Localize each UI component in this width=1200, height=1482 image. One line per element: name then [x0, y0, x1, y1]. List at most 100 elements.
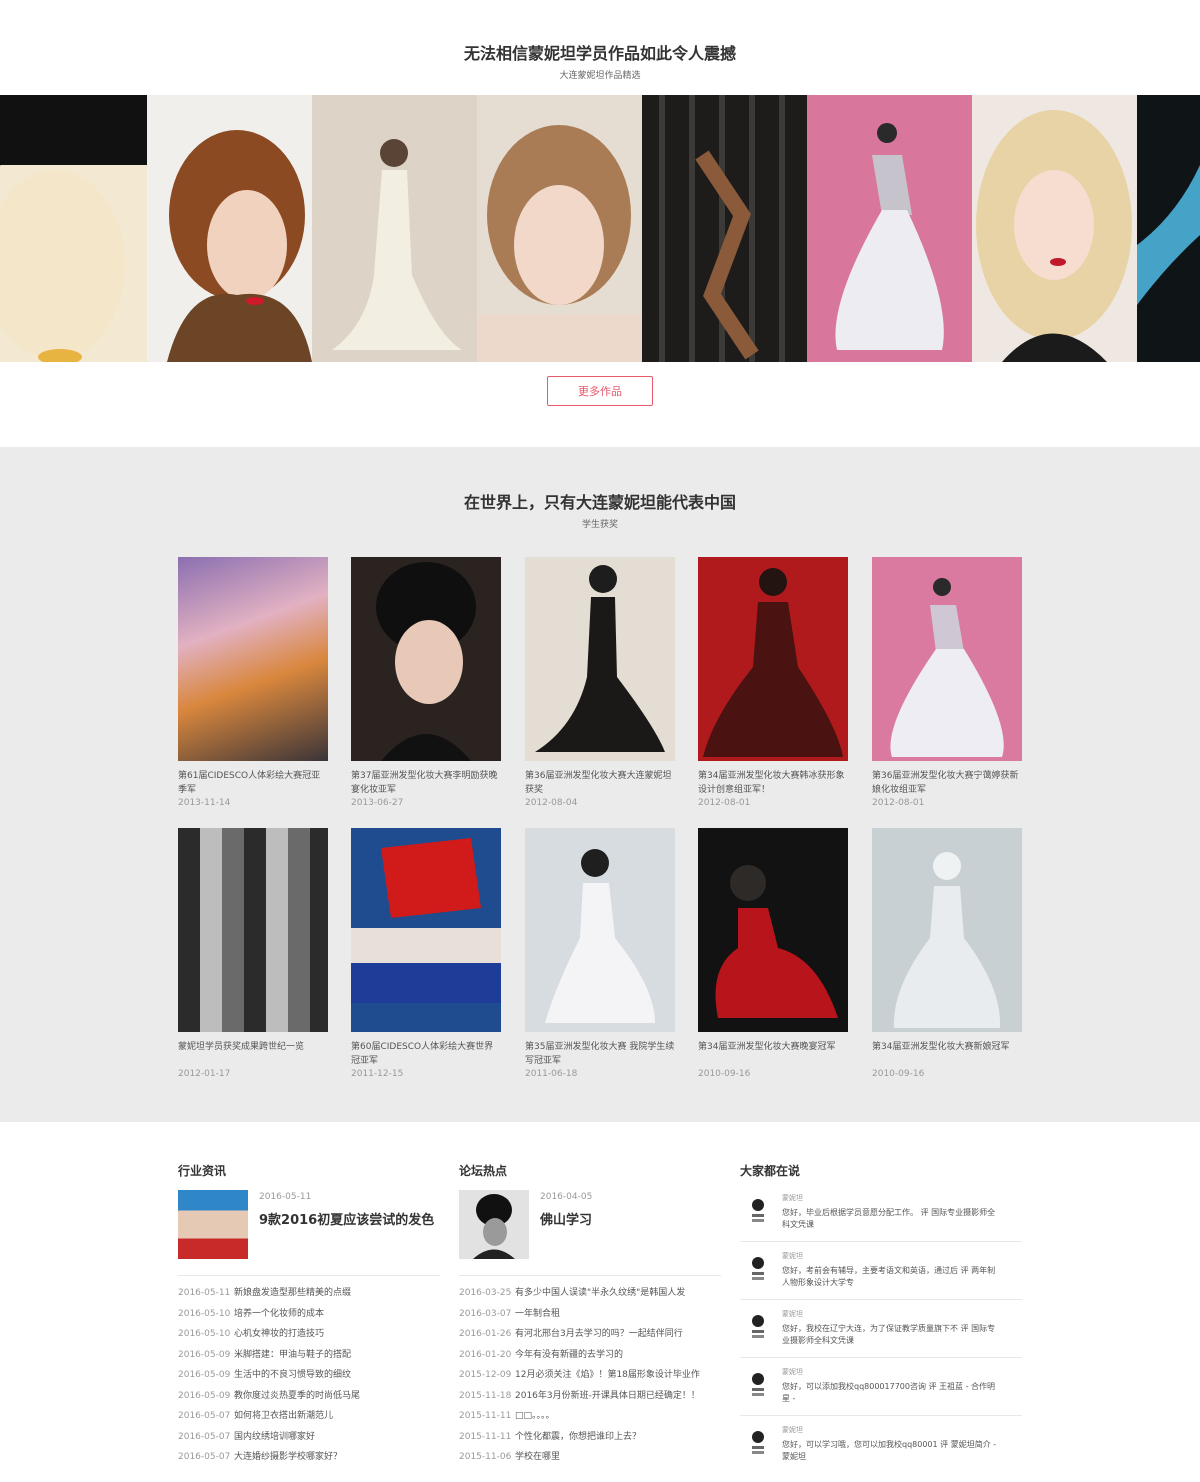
award-card[interactable]: 第35届亚洲发型化妆大赛 我院学生续写冠亚军 2011-06-18: [525, 828, 675, 1081]
list-item[interactable]: 2016-05-09 生活中的不良习惯导致的细纹: [178, 1365, 440, 1386]
award-photo[interactable]: [872, 557, 1022, 761]
list-item-title[interactable]: 2016年3月份新班-开课具体日期已经确定！！: [515, 1386, 700, 1407]
list-item-title[interactable]: 培养一个化妆师的成本: [234, 1304, 324, 1325]
award-photo[interactable]: [525, 557, 675, 761]
forum-feature-image[interactable]: [459, 1190, 529, 1259]
list-item-title[interactable]: 今年有没有新疆的去学习的: [515, 1345, 623, 1366]
more-works-button[interactable]: 更多作品: [547, 376, 653, 406]
award-caption[interactable]: 第34届亚洲发型化妆大赛新娘冠军: [872, 1040, 1022, 1068]
work-photo-8[interactable]: [1137, 95, 1200, 362]
list-item-title[interactable]: 大连婚纱摄影学校哪家好？: [234, 1447, 342, 1468]
work-photo-2[interactable]: [147, 95, 312, 362]
award-caption[interactable]: 第61届CIDESCO人体彩绘大赛冠亚季军: [178, 769, 328, 797]
work-photo-6[interactable]: [807, 95, 972, 362]
list-item-title[interactable]: 一年制合租: [515, 1304, 560, 1325]
list-item[interactable]: 2016-03-07 一年制合租: [459, 1304, 721, 1325]
list-item[interactable]: 2016-05-07 国内纹绣培训哪家好: [178, 1427, 440, 1448]
award-card[interactable]: 第37届亚洲发型化妆大赛李明励获晚宴化妆亚军 2013-06-27: [351, 557, 501, 810]
list-item[interactable]: 2016-05-10 培养一个化妆师的成本: [178, 1304, 440, 1325]
award-caption[interactable]: 第34届亚洲发型化妆大赛晚宴冠军: [698, 1040, 848, 1068]
award-caption[interactable]: 第36届亚洲发型化妆大赛宁蔼婷获新娘化妆组亚军: [872, 769, 1022, 797]
award-photo[interactable]: [178, 557, 328, 761]
award-photo[interactable]: [698, 828, 848, 1032]
list-item[interactable]: 2015-12-09 12月必须关注《焰》！第18届形象设计毕业作: [459, 1365, 721, 1386]
list-item-title[interactable]: 个性化都震，你想把谁印上去？: [515, 1427, 641, 1448]
list-item-date: 2016-05-09: [178, 1349, 231, 1360]
award-caption[interactable]: 第35届亚洲发型化妆大赛 我院学生续写冠亚军: [525, 1040, 675, 1068]
award-caption[interactable]: 第36届亚洲发型化妆大赛大连蒙妮坦获奖: [525, 769, 675, 797]
list-item-title[interactable]: 教你度过炎热夏季的时尚低马尾: [234, 1386, 360, 1407]
comment-author: 蒙妮坦: [782, 1252, 803, 1260]
list-item-title[interactable]: 米脚搭建：甲油与鞋子的搭配: [234, 1345, 351, 1366]
list-item[interactable]: 2016-05-07 如何将卫衣搭出新潮范儿: [178, 1406, 440, 1427]
list-item[interactable]: 2016-05-09 教你度过炎热夏季的时尚低马尾: [178, 1386, 440, 1407]
comment-item[interactable]: 蒙妮坦 您好，我校在辽宁大连，为了保证教学质量旗下不 评 国际专业摄影师全科文凭…: [740, 1300, 1022, 1358]
list-item[interactable]: 2016-05-11 新娘盘发造型那些精美的点缀: [178, 1283, 440, 1304]
list-item-title[interactable]: 学校在哪里: [515, 1447, 560, 1468]
work-photo-7[interactable]: [972, 95, 1137, 362]
forum-feature[interactable]: 2016-04-05 佛山学习: [459, 1190, 721, 1276]
list-item[interactable]: 2016-03-25 有多少中国人误读"半永久纹绣"是韩国人发: [459, 1283, 721, 1304]
list-item[interactable]: 2015-11-11 个性化都震，你想把谁印上去？: [459, 1427, 721, 1448]
list-item[interactable]: 2015-11-06 学校在哪里: [459, 1447, 721, 1468]
list-item-date: 2015-11-18: [459, 1390, 512, 1401]
comment-text[interactable]: 您好，考前会有辅导，主要考语文和英语，通过后 评 两年制人物形象设计大学专: [782, 1265, 1002, 1289]
list-item-title[interactable]: 新娘盘发造型那些精美的点缀: [234, 1283, 351, 1304]
award-caption[interactable]: 第37届亚洲发型化妆大赛李明励获晚宴化妆亚军: [351, 769, 501, 797]
award-card[interactable]: 第36届亚洲发型化妆大赛大连蒙妮坦获奖 2012-08-04: [525, 557, 675, 810]
comment-text[interactable]: 您好，毕业后根据学员意愿分配工作。 评 国际专业摄影师全科文凭课: [782, 1207, 1002, 1231]
industry-feature-image[interactable]: [178, 1190, 248, 1259]
works-carousel[interactable]: [0, 95, 1200, 362]
award-card[interactable]: 蒙妮坦学员获奖成果跨世纪一览 2012-01-17: [178, 828, 328, 1081]
work-photo-4[interactable]: [477, 95, 642, 362]
award-card[interactable]: 第36届亚洲发型化妆大赛宁蔼婷获新娘化妆组亚军 2012-08-01: [872, 557, 1022, 810]
award-card[interactable]: 第60届CIDESCO人体彩绘大赛世界冠亚军 2011-12-15: [351, 828, 501, 1081]
work-photo-5[interactable]: [642, 95, 807, 362]
list-item-title[interactable]: 如何将卫衣搭出新潮范儿: [234, 1406, 333, 1427]
list-item[interactable]: 2016-01-26 有河北邢台3月去学习的吗？一起结伴同行: [459, 1324, 721, 1345]
award-photo[interactable]: [351, 557, 501, 761]
list-item[interactable]: 2016-05-10 心机女神妆的打造技巧: [178, 1324, 440, 1345]
comment-text[interactable]: 您好，可以学习哦，您可以加我校qq80001 评 蒙妮坦简介 - 蒙妮坦: [782, 1439, 1002, 1463]
industry-feature[interactable]: 2016-05-11 9款2016初夏应该尝试的发色: [178, 1190, 440, 1276]
list-item-title[interactable]: 有河北邢台3月去学习的吗？一起结伴同行: [515, 1324, 683, 1345]
comment-item[interactable]: 蒙妮坦 您好，考前会有辅导，主要考语文和英语，通过后 评 两年制人物形象设计大学…: [740, 1242, 1022, 1300]
awards-section: 在世界上，只有大连蒙妮坦能代表中国 学生获奖 第61届CIDESCO人体彩绘大赛…: [0, 447, 1200, 1122]
industry-feature-title[interactable]: 9款2016初夏应该尝试的发色: [259, 1209, 434, 1228]
industry-news-column: 行业资讯 2016-05-11 9款2016初夏应该尝试的发色 2016-05-…: [178, 1162, 440, 1468]
comments-list: 蒙妮坦 您好，毕业后根据学员意愿分配工作。 评 国际专业摄影师全科文凭课 蒙妮坦…: [740, 1184, 1022, 1474]
award-card[interactable]: 第61届CIDESCO人体彩绘大赛冠亚季军 2013-11-14: [178, 557, 328, 810]
list-item-date: 2016-03-07: [459, 1308, 512, 1319]
award-photo[interactable]: [178, 828, 328, 1032]
award-card[interactable]: 第34届亚洲发型化妆大赛韩冰获形象设计创意组亚军！ 2012-08-01: [698, 557, 848, 810]
list-item[interactable]: 2016-05-07 大连婚纱摄影学校哪家好？: [178, 1447, 440, 1468]
award-photo[interactable]: [525, 828, 675, 1032]
comment-item[interactable]: 蒙妮坦 您好，可以添加我校qq800017700咨询 评 王祖蓝 - 合作明星 …: [740, 1358, 1022, 1416]
list-item-date: 2015-11-11: [459, 1431, 512, 1442]
list-item-title[interactable]: 生活中的不良习惯导致的细纹: [234, 1365, 351, 1386]
award-card[interactable]: 第34届亚洲发型化妆大赛新娘冠军 2010-09-16: [872, 828, 1022, 1081]
award-card[interactable]: 第34届亚洲发型化妆大赛晚宴冠军 2010-09-16: [698, 828, 848, 1081]
work-photo-3[interactable]: [312, 95, 477, 362]
comment-text[interactable]: 您好，我校在辽宁大连，为了保证教学质量旗下不 评 国际专业摄影师全科文凭课: [782, 1323, 1002, 1347]
list-item[interactable]: 2016-05-09 米脚搭建：甲油与鞋子的搭配: [178, 1345, 440, 1366]
award-photo[interactable]: [351, 828, 501, 1032]
list-item[interactable]: 2015-11-11 □□。。。。: [459, 1406, 721, 1427]
award-caption[interactable]: 第60届CIDESCO人体彩绘大赛世界冠亚军: [351, 1040, 501, 1068]
comment-item[interactable]: 蒙妮坦 您好，毕业后根据学员意愿分配工作。 评 国际专业摄影师全科文凭课: [740, 1184, 1022, 1242]
list-item-title[interactable]: 12月必须关注《焰》！第18届形象设计毕业作: [515, 1365, 700, 1386]
list-item-title[interactable]: 国内纹绣培训哪家好: [234, 1427, 315, 1448]
list-item-title[interactable]: 有多少中国人误读"半永久纹绣"是韩国人发: [515, 1283, 685, 1304]
comment-text[interactable]: 您好，可以添加我校qq800017700咨询 评 王祖蓝 - 合作明星 -: [782, 1381, 1002, 1405]
award-photo[interactable]: [872, 828, 1022, 1032]
forum-feature-title[interactable]: 佛山学习: [540, 1209, 592, 1228]
work-photo-1[interactable]: [0, 95, 147, 362]
list-item-title[interactable]: 心机女神妆的打造技巧: [234, 1324, 324, 1345]
comment-item[interactable]: 蒙妮坦 您好，可以学习哦，您可以加我校qq80001 评 蒙妮坦简介 - 蒙妮坦: [740, 1416, 1022, 1474]
list-item[interactable]: 2015-11-18 2016年3月份新班-开课具体日期已经确定！！: [459, 1386, 721, 1407]
award-caption[interactable]: 蒙妮坦学员获奖成果跨世纪一览: [178, 1040, 328, 1068]
award-photo[interactable]: [698, 557, 848, 761]
list-item-title[interactable]: □□。。。。: [515, 1406, 555, 1427]
award-caption[interactable]: 第34届亚洲发型化妆大赛韩冰获形象设计创意组亚军！: [698, 769, 848, 797]
list-item[interactable]: 2016-01-20 今年有没有新疆的去学习的: [459, 1345, 721, 1366]
